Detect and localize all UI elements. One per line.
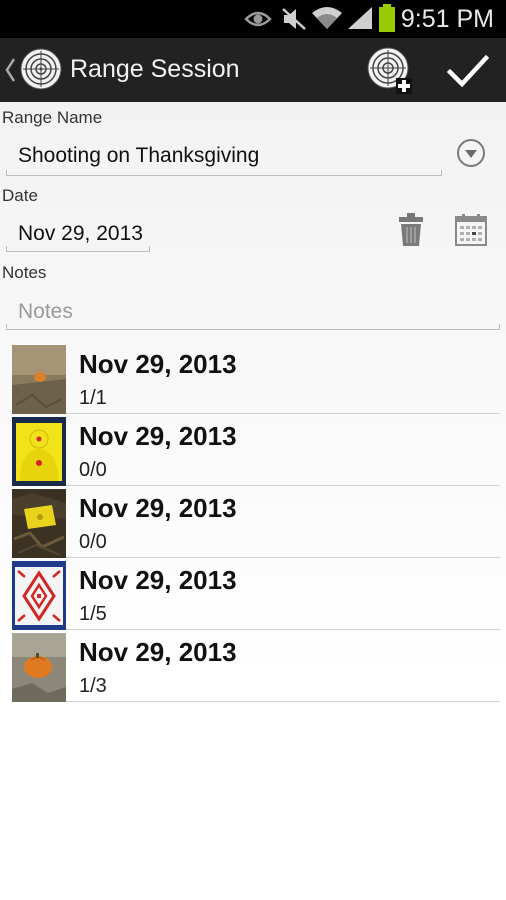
list-item[interactable]: Nov 29, 2013 0/0: [10, 414, 500, 486]
calendar-icon[interactable]: [455, 214, 487, 246]
target-app-icon[interactable]: [20, 48, 62, 90]
item-date: Nov 29, 2013: [79, 349, 237, 379]
add-target-icon[interactable]: [366, 46, 414, 94]
dropdown-chevron-icon[interactable]: [456, 138, 486, 168]
trash-icon[interactable]: [398, 212, 424, 248]
item-date: Nov 29, 2013: [79, 637, 237, 667]
checkmark-icon[interactable]: [442, 48, 492, 94]
item-score: 1/5: [79, 603, 107, 625]
item-date: Nov 29, 2013: [79, 493, 237, 523]
target-thumbnail: [12, 417, 66, 486]
item-date: Nov 29, 2013: [79, 565, 237, 595]
item-score: 1/1: [79, 387, 107, 409]
notes-label: Notes: [2, 263, 47, 282]
list-item[interactable]: Nov 29, 2013 1/1: [10, 342, 500, 414]
up-caret-icon[interactable]: [4, 57, 16, 83]
page-title: Range Session: [70, 55, 240, 83]
range-name-underline: [6, 170, 442, 176]
signal-icon: [348, 7, 372, 29]
target-thumbnail: [12, 489, 66, 558]
target-thumbnail: [12, 561, 66, 630]
list-item[interactable]: Nov 29, 2013 1/5: [10, 558, 500, 630]
notes-input[interactable]: [18, 298, 488, 326]
target-thumbnail: [12, 345, 66, 414]
item-date: Nov 29, 2013: [79, 421, 237, 451]
notes-underline: [6, 324, 500, 330]
item-score: 0/0: [79, 459, 107, 481]
wifi-icon: [312, 7, 342, 29]
action-bar: Range Session: [0, 38, 506, 102]
list-divider: [66, 701, 500, 702]
mute-icon: [282, 8, 306, 30]
date-input[interactable]: [18, 220, 148, 248]
range-name-input[interactable]: [18, 142, 438, 170]
item-score: 0/0: [79, 531, 107, 553]
list-item[interactable]: Nov 29, 2013 0/0: [10, 486, 500, 558]
date-underline: [6, 246, 150, 252]
range-name-label: Range Name: [2, 108, 103, 127]
date-label: Date: [2, 186, 38, 205]
battery-icon: [379, 4, 395, 32]
status-bar: 9:51 PM: [0, 0, 506, 38]
target-thumbnail: [12, 633, 66, 702]
status-time: 9:51 PM: [400, 5, 494, 33]
list-item[interactable]: Nov 29, 2013 1/3: [10, 630, 500, 702]
item-score: 1/3: [79, 675, 107, 697]
eye-icon: [244, 11, 272, 27]
